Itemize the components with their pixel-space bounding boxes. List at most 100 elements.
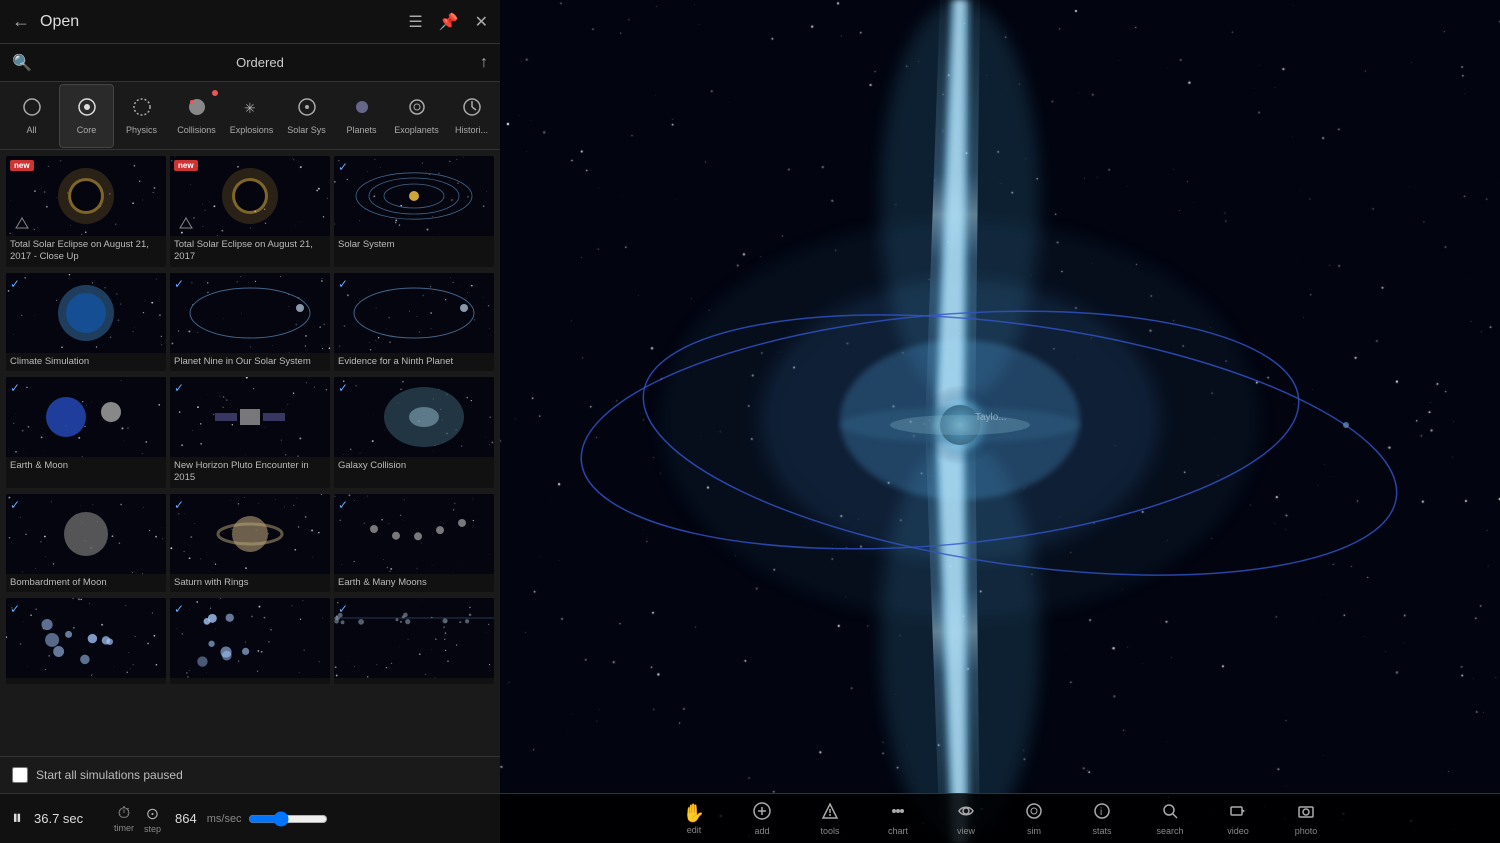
main-tool-stats[interactable]: istats (1082, 802, 1122, 836)
svg-text:✳: ✳ (244, 100, 256, 116)
tab-planets[interactable]: Planets (334, 84, 389, 148)
tab-label-exoplanets: Exoplanets (394, 125, 439, 135)
sim-item-stars2[interactable]: ✓ (170, 598, 330, 684)
check-galaxy-collision: ✓ (338, 381, 348, 395)
sim-thumb-eclipse-closeup: new (6, 156, 166, 236)
tab-history[interactable]: Histori... (444, 84, 499, 148)
sim-item-stars1[interactable]: ✓ (6, 598, 166, 684)
tab-core[interactable]: Core (59, 84, 114, 148)
search-bar: 🔍 Ordered ↑ (0, 44, 500, 82)
sim-label-eclipse-full: Total Solar Eclipse on August 21, 2017 (170, 236, 330, 267)
timer-label: timer (114, 823, 134, 833)
tab-icon-planets (352, 97, 372, 123)
tab-all[interactable]: All (4, 84, 59, 148)
tab-label-explosions: Explosions (230, 125, 274, 135)
step-label: step (144, 824, 161, 834)
sim-item-eclipse-closeup[interactable]: newTotal Solar Eclipse on August 21, 201… (6, 156, 166, 267)
main-tool-icon-search (1161, 802, 1179, 825)
search-icon[interactable]: 🔍 (12, 53, 32, 73)
sim-item-bombardment[interactable]: ✓ Bombardment of Moon (6, 494, 166, 592)
pause-all-checkbox[interactable] (12, 767, 28, 783)
main-tool-icon-add (753, 802, 771, 825)
sim-item-climate[interactable]: ✓Climate Simulation (6, 273, 166, 371)
tab-label-core: Core (77, 125, 97, 135)
step-control[interactable]: ⊙ step (144, 804, 161, 834)
list-icon[interactable]: ☰ (408, 12, 422, 32)
checkbox-row: Start all simulations paused (0, 756, 500, 793)
main-tool-label-edit: edit (687, 825, 702, 835)
sim-item-ninth-planet[interactable]: ✓Evidence for a Ninth Planet (334, 273, 494, 371)
sim-item-saturn-rings[interactable]: ✓Saturn with Rings (170, 494, 330, 592)
sim-label-planet9: Planet Nine in Our Solar System (170, 353, 330, 371)
tab-icon-exoplanets (407, 97, 427, 123)
sim-thumb-galaxy-collision: ✓ (334, 377, 494, 457)
back-button[interactable]: ← (12, 11, 30, 32)
sim-item-planet9[interactable]: ✓ Planet Nine in Our Solar System (170, 273, 330, 371)
tab-collisions[interactable]: Collisions (169, 84, 224, 148)
main-tool-tools[interactable]: tools (810, 802, 850, 836)
check-bombardment: ✓ (10, 498, 20, 512)
sim-item-solar-system[interactable]: ✓Solar System (334, 156, 494, 267)
sim-label-stars2 (170, 678, 330, 684)
sim-thumb-planet9: ✓ (170, 273, 330, 353)
sim-thumb-earth-moon: ✓ (6, 377, 166, 457)
check-many-moons: ✓ (338, 498, 348, 512)
pause-button[interactable]: ⏸ (12, 807, 22, 830)
top-bar: ← Open ☰ 📌 ✕ (0, 0, 500, 44)
sim-label-belt (334, 678, 494, 684)
sim-thumb-ninth-planet: ✓ (334, 273, 494, 353)
main-tool-icon-video (1229, 802, 1247, 825)
check-ninth-planet: ✓ (338, 277, 348, 291)
main-tool-add[interactable]: add (742, 802, 782, 836)
sim-item-new-horizons[interactable]: ✓New Horizon Pluto Encounter in 2015 (170, 377, 330, 488)
sim-label-climate: Climate Simulation (6, 353, 166, 371)
tab-icon-solarsys (297, 97, 317, 123)
tab-solarsys[interactable]: Solar Sys (279, 84, 334, 148)
main-tool-label-stats: stats (1092, 826, 1111, 836)
sim-label-bombardment: Bombardment of Moon (6, 574, 166, 592)
main-tool-label-chart: chart (888, 826, 908, 836)
sim-item-earth-moon[interactable]: ✓Earth & Moon (6, 377, 166, 488)
main-tool-sim[interactable]: sim (1014, 802, 1054, 836)
tabs-scroll-right[interactable]: › (499, 107, 500, 125)
close-button[interactable]: ✕ (475, 12, 488, 32)
sim-label-many-moons: Earth & Many Moons (334, 574, 494, 592)
pin-icon[interactable]: 📌 (439, 12, 459, 32)
step-count: 864 (175, 811, 197, 826)
tab-label-physics: Physics (126, 125, 157, 135)
timer-control[interactable]: ⏱ timer (114, 805, 134, 833)
check-earth-moon: ✓ (10, 381, 20, 395)
main-tool-label-video: video (1227, 826, 1249, 836)
tab-explosions[interactable]: ✳ Explosions (224, 84, 279, 148)
main-tool-label-add: add (754, 826, 769, 836)
sim-thumb-new-horizons: ✓ (170, 377, 330, 457)
sim-thumb-many-moons: ✓ (334, 494, 494, 574)
speed-slider[interactable] (248, 811, 328, 827)
sim-row-4: ✓✓✓ (4, 596, 496, 686)
sim-row-3: ✓ Bombardment of Moon✓Saturn with Rings ✓ E… (4, 492, 496, 594)
main-tool-video[interactable]: video (1218, 802, 1258, 836)
tab-physics[interactable]: Physics (114, 84, 169, 148)
sim-item-belt[interactable]: ✓ (334, 598, 494, 684)
sim-thumb-belt: ✓ (334, 598, 494, 678)
main-tool-photo[interactable]: photo (1286, 802, 1326, 836)
sort-direction-icon[interactable]: ↑ (480, 54, 488, 72)
main-tool-chart[interactable]: chart (878, 802, 918, 836)
sim-row-2: ✓Earth & Moon✓New Horizon Pluto Encounte… (4, 375, 496, 490)
sim-item-eclipse-full[interactable]: newTotal Solar Eclipse on August 21, 201… (170, 156, 330, 267)
main-tool-view[interactable]: view (946, 802, 986, 836)
sort-label[interactable]: Ordered (40, 55, 480, 70)
tab-label-solarsys: Solar Sys (287, 125, 326, 135)
main-view: Taylo... ✋editaddtoolschartviewsimistats… (500, 0, 1500, 843)
main-tool-icon-chart (889, 802, 907, 825)
check-planet9: ✓ (174, 277, 184, 291)
tab-label-planets: Planets (346, 125, 376, 135)
badge-new-eclipse-closeup: new (10, 160, 34, 171)
main-tool-edit[interactable]: ✋edit (674, 803, 714, 835)
sim-item-many-moons[interactable]: ✓ Earth & Many Moons (334, 494, 494, 592)
category-tabs: All Core Physics Collisions ✳ Explosions Solar… (0, 82, 500, 150)
sim-item-galaxy-collision[interactable]: ✓Galaxy Collision (334, 377, 494, 488)
main-tool-icon-sim (1025, 802, 1043, 825)
main-tool-search[interactable]: search (1150, 802, 1190, 836)
tab-exoplanets[interactable]: Exoplanets (389, 84, 444, 148)
